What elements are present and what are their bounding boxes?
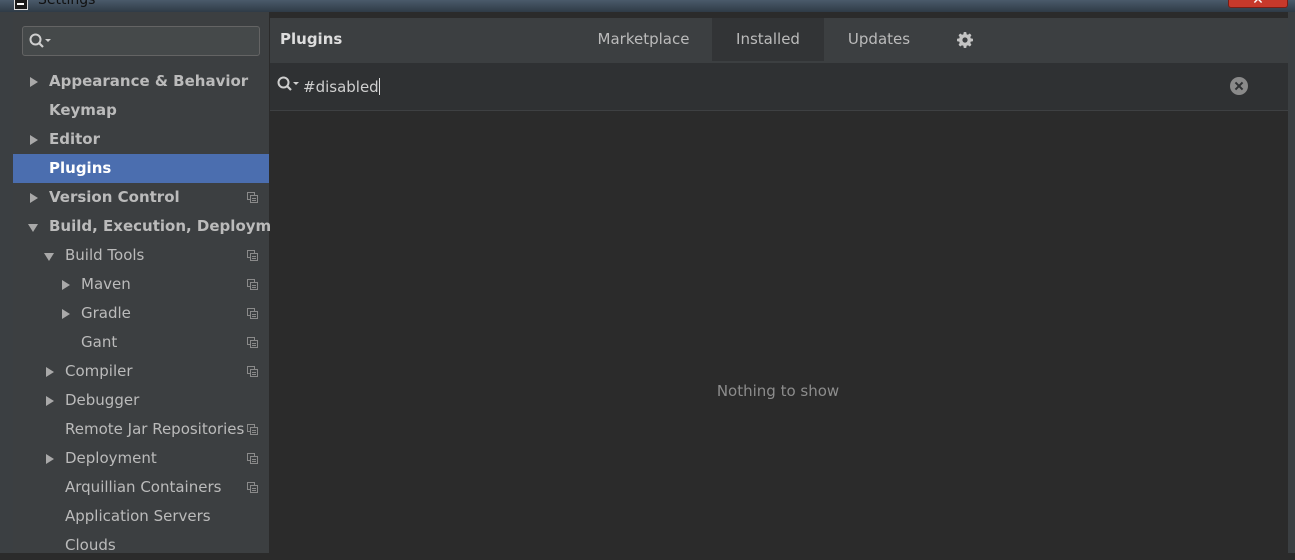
- sidebar-item[interactable]: Appearance & Behavior: [13, 67, 269, 96]
- gear-icon[interactable]: [955, 30, 975, 50]
- chevron-right-icon[interactable]: [60, 299, 72, 328]
- project-settings-icon: [247, 424, 258, 435]
- window-close-button[interactable]: ✕: [1228, 0, 1288, 8]
- chevron-right-icon[interactable]: [28, 183, 40, 212]
- sidebar-item[interactable]: Remote Jar Repositories: [13, 415, 269, 444]
- project-settings-icon: [247, 337, 258, 348]
- chevron-right-icon[interactable]: [28, 125, 40, 154]
- sidebar-item-label: Appearance & Behavior: [49, 72, 249, 90]
- sidebar-item[interactable]: Compiler: [13, 357, 269, 386]
- sidebar-item[interactable]: Build, Execution, Deployment: [13, 212, 299, 241]
- sidebar-item-label: Compiler: [65, 362, 133, 380]
- sidebar-item-label: Gant: [81, 333, 118, 351]
- sidebar-item[interactable]: Deployment: [13, 444, 269, 473]
- chevron-right-icon[interactable]: [44, 444, 56, 473]
- project-settings-icon: [247, 308, 258, 319]
- sidebar-item[interactable]: Clouds: [13, 531, 269, 560]
- project-settings-icon: [247, 453, 258, 464]
- plugins-panel: Plugins Marketplace Installed Updates #d…: [270, 12, 1288, 553]
- page-title: Plugins: [280, 30, 343, 48]
- settings-search-input[interactable]: [22, 26, 260, 56]
- sidebar-item[interactable]: Gradle: [13, 299, 269, 328]
- project-settings-icon: [247, 250, 258, 261]
- window-frame-left: [0, 12, 13, 553]
- text-caret: [378, 78, 380, 95]
- sidebar-item-label: Debugger: [65, 391, 140, 409]
- sidebar-item[interactable]: Maven: [13, 270, 269, 299]
- sidebar-item-label: Build, Execution, Deployment: [49, 217, 300, 235]
- sidebar-item[interactable]: Debugger: [13, 386, 269, 415]
- sidebar-item[interactable]: Build Tools: [13, 241, 269, 270]
- plugin-search-input[interactable]: #disabled: [303, 63, 380, 111]
- sidebar-item[interactable]: Keymap: [13, 96, 269, 125]
- settings-sidebar: Appearance & Behavior Keymap Editor Plugins…: [13, 12, 299, 554]
- sidebar-item[interactable]: Arquillian Containers: [13, 473, 269, 502]
- tab-updates[interactable]: Updates: [836, 18, 922, 61]
- sidebar-item-label: Version Control: [49, 188, 180, 206]
- window-frame-right: [1288, 12, 1295, 553]
- search-icon: [29, 33, 51, 48]
- window-title: Settings: [38, 0, 96, 8]
- empty-state-text: Nothing to show: [716, 382, 840, 400]
- project-settings-icon: [247, 192, 258, 203]
- sidebar-item-label: Editor: [49, 130, 100, 148]
- project-settings-icon: [247, 482, 258, 493]
- sidebar-item-label: Maven: [81, 275, 131, 293]
- chevron-right-icon[interactable]: [28, 67, 40, 96]
- app-icon: [14, 0, 28, 10]
- sidebar-item-label: Clouds: [65, 536, 116, 554]
- sidebar-item-label: Keymap: [49, 101, 117, 119]
- sidebar-item-label: Gradle: [81, 304, 131, 322]
- sidebar-item-label: Remote Jar Repositories: [65, 420, 245, 438]
- plugin-search-value: #disabled: [303, 78, 379, 96]
- plugin-search-bar[interactable]: #disabled: [270, 63, 1288, 111]
- sidebar-item[interactable]: Plugins: [13, 154, 269, 183]
- tab-marketplace[interactable]: Marketplace: [587, 18, 700, 61]
- chevron-down-icon[interactable]: [28, 212, 40, 241]
- chevron-down-icon[interactable]: [44, 241, 56, 270]
- sidebar-item-label: Build Tools: [65, 246, 145, 264]
- sidebar-item-label: Deployment: [65, 449, 157, 467]
- sidebar-item-label: Application Servers: [65, 507, 211, 525]
- search-icon: [277, 76, 299, 91]
- sidebar-item[interactable]: Application Servers: [13, 502, 269, 531]
- chevron-right-icon[interactable]: [44, 386, 56, 415]
- clear-search-icon[interactable]: [1230, 77, 1248, 95]
- window-title-bar: Settings ✕: [0, 0, 1295, 12]
- sidebar-item[interactable]: Version Control: [13, 183, 269, 212]
- tab-installed[interactable]: Installed: [712, 18, 824, 61]
- sidebar-item[interactable]: Gant: [13, 328, 269, 357]
- sidebar-item[interactable]: Editor: [13, 125, 269, 154]
- sidebar-item-label: Plugins: [49, 159, 112, 177]
- chevron-right-icon[interactable]: [60, 270, 72, 299]
- project-settings-icon: [247, 366, 258, 377]
- project-settings-icon: [247, 279, 258, 290]
- sidebar-item-label: Arquillian Containers: [65, 478, 222, 496]
- chevron-right-icon[interactable]: [44, 357, 56, 386]
